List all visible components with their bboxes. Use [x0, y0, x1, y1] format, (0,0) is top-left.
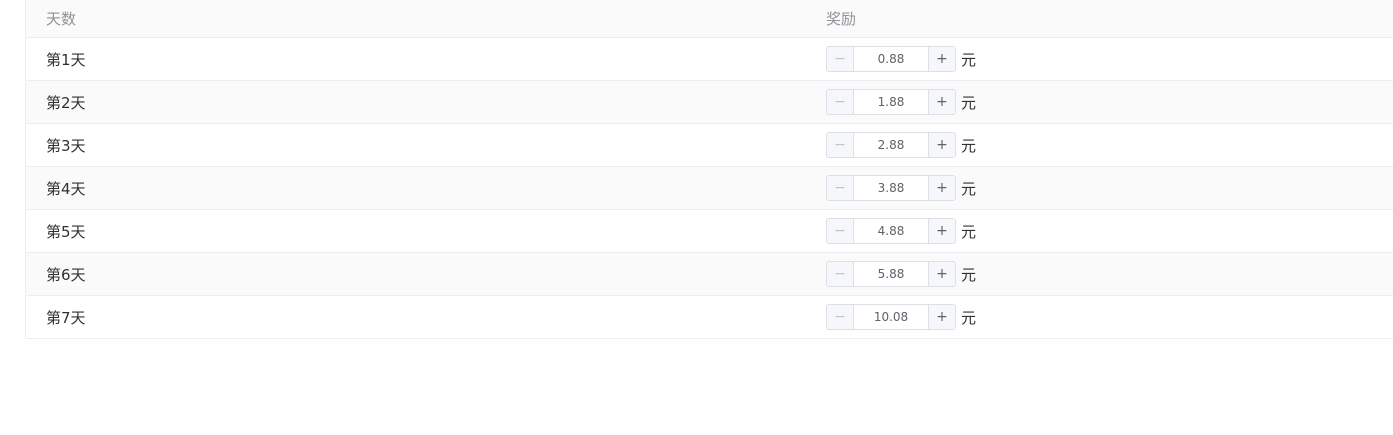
decrease-button[interactable]: − [827, 133, 854, 157]
reward-stepper: − + [826, 175, 956, 201]
decrease-button[interactable]: − [827, 262, 854, 286]
reward-cell: − + 元 [826, 304, 976, 330]
column-header-day: 天数 [46, 10, 77, 28]
table-row: 第4天 − + 元 [26, 167, 1393, 210]
table-row: 第7天 − + 元 [26, 296, 1393, 338]
day-label: 第4天 [46, 179, 86, 198]
table-row: 第1天 − + 元 [26, 38, 1393, 81]
table-row: 第3天 − + 元 [26, 124, 1393, 167]
reward-stepper: − + [826, 304, 956, 330]
reward-input[interactable] [854, 219, 928, 243]
table-row: 第6天 − + 元 [26, 253, 1393, 296]
decrease-button[interactable]: − [827, 47, 854, 71]
reward-cell: − + 元 [826, 175, 976, 201]
unit-label: 元 [961, 308, 977, 327]
column-header-reward: 奖励 [826, 10, 857, 28]
reward-cell: − + 元 [826, 218, 976, 244]
reward-input[interactable] [854, 47, 928, 71]
day-label: 第2天 [46, 93, 86, 112]
decrease-button[interactable]: − [827, 90, 854, 114]
unit-label: 元 [961, 50, 977, 69]
reward-cell: − + 元 [826, 89, 976, 115]
increase-button[interactable]: + [928, 47, 955, 71]
table-row: 第2天 − + 元 [26, 81, 1393, 124]
unit-label: 元 [961, 222, 977, 241]
unit-label: 元 [961, 93, 977, 112]
reward-cell: − + 元 [826, 132, 976, 158]
day-label: 第6天 [46, 265, 86, 284]
reward-stepper: − + [826, 218, 956, 244]
day-label: 第7天 [46, 308, 86, 327]
table-header-row: 天数 奖励 [26, 0, 1393, 38]
reward-input[interactable] [854, 262, 928, 286]
decrease-button[interactable]: − [827, 176, 854, 200]
decrease-button[interactable]: − [827, 305, 854, 329]
reward-stepper: − + [826, 261, 956, 287]
unit-label: 元 [961, 179, 977, 198]
reward-cell: − + 元 [826, 261, 976, 287]
increase-button[interactable]: + [928, 133, 955, 157]
increase-button[interactable]: + [928, 262, 955, 286]
reward-input[interactable] [854, 90, 928, 114]
reward-stepper: − + [826, 89, 956, 115]
reward-stepper: − + [826, 132, 956, 158]
increase-button[interactable]: + [928, 305, 955, 329]
table-row: 第5天 − + 元 [26, 210, 1393, 253]
increase-button[interactable]: + [928, 90, 955, 114]
day-label: 第1天 [46, 50, 86, 69]
increase-button[interactable]: + [928, 176, 955, 200]
reward-table: 天数 奖励 第1天 − + 元 第2天 − + 元 第3天 − [25, 0, 1393, 339]
reward-cell: − + 元 [826, 46, 976, 72]
unit-label: 元 [961, 136, 977, 155]
unit-label: 元 [961, 265, 977, 284]
reward-input[interactable] [854, 133, 928, 157]
reward-input[interactable] [854, 305, 928, 329]
increase-button[interactable]: + [928, 219, 955, 243]
decrease-button[interactable]: − [827, 219, 854, 243]
day-label: 第3天 [46, 136, 86, 155]
day-label: 第5天 [46, 222, 86, 241]
reward-stepper: − + [826, 46, 956, 72]
reward-input[interactable] [854, 176, 928, 200]
